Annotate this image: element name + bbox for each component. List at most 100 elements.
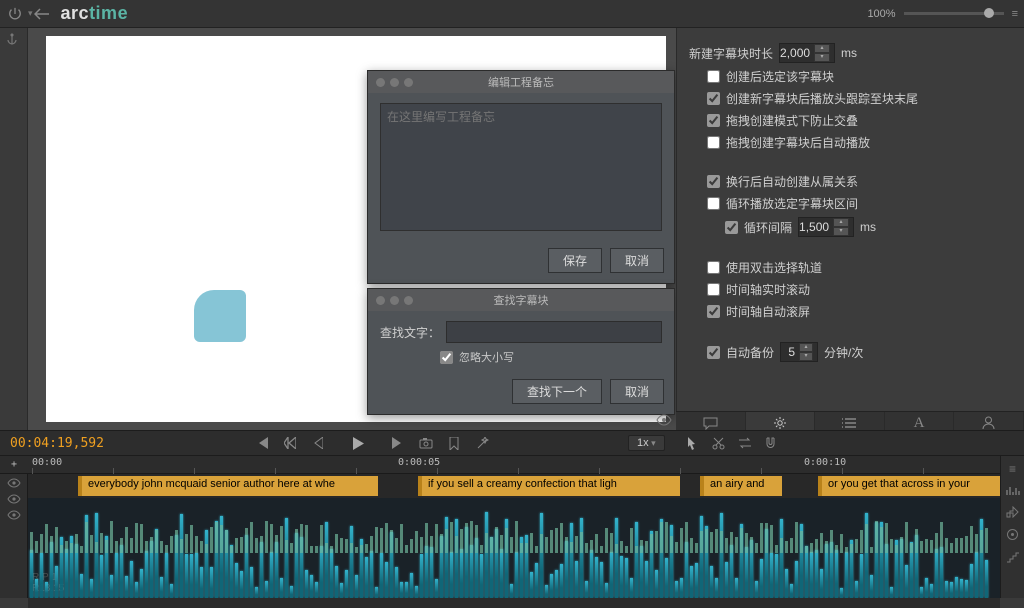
subtitle-block[interactable]: everybody john mcquaid senior author her… (78, 476, 378, 496)
opt-loop-selected[interactable] (707, 197, 720, 210)
opt-prevent-overlap-label: 拖拽创建模式下防止交叠 (726, 112, 858, 129)
cancel-button[interactable]: 取消 (610, 248, 664, 273)
skip-forward-icon[interactable] (384, 431, 412, 455)
opt-prevent-overlap[interactable] (707, 114, 720, 127)
playback-rate[interactable]: 1x (628, 435, 665, 451)
zoom-slider[interactable] (904, 12, 1004, 15)
cursor-tool-icon[interactable] (681, 436, 705, 450)
skip-back-icon[interactable] (248, 431, 276, 455)
track-visibility-icon[interactable] (7, 478, 21, 488)
timecode: 00:04:19,592 (0, 436, 248, 451)
preview-area: 编辑工程备忘 保存 取消 查找字幕块 查找文字： (28, 28, 676, 430)
stepper-up-icon[interactable]: ▴ (833, 218, 849, 227)
opt-auto-scroll[interactable] (707, 305, 720, 318)
find-cancel-button[interactable]: 取消 (610, 379, 664, 404)
swap-tool-icon[interactable] (733, 437, 757, 449)
memo-dialog-title: 编辑工程备忘 (368, 74, 674, 90)
find-input[interactable] (446, 321, 662, 343)
autosave-unit: 分钟/次 (824, 344, 863, 361)
stepper-up-icon[interactable]: ▴ (814, 44, 830, 53)
timeline-tool-rail: ≡ (1000, 456, 1024, 598)
memo-dialog-titlebar[interactable]: 编辑工程备忘 (368, 71, 674, 93)
zoom-control[interactable]: 100% ≡ (867, 8, 1018, 20)
find-next-button[interactable]: 查找下一个 (512, 379, 602, 404)
frame-back-icon[interactable] (304, 431, 332, 455)
wave-icon[interactable] (1006, 486, 1020, 496)
stepper-down-icon[interactable]: ▾ (833, 227, 849, 236)
track-rail (0, 474, 28, 598)
track-visibility-icon[interactable] (7, 494, 21, 504)
autosave-input[interactable]: 5 ▴▾ (780, 342, 818, 362)
settings-panel: 新建字幕块时长 2,000 ▴▾ ms 创建后选定该字幕块 创建新字幕块后播放头… (676, 28, 1024, 430)
opt-auto-child-on-break-label: 换行后自动创建从属关系 (726, 173, 858, 190)
zoom-slider-handle[interactable] (984, 8, 994, 18)
wand-icon[interactable] (468, 431, 496, 455)
timeline-scrollbar[interactable] (28, 598, 1000, 608)
opt-loop-selected-label: 循环播放选定字幕块区间 (726, 195, 858, 212)
opt-select-after-create-label: 创建后选定该字幕块 (726, 68, 834, 85)
find-dialog-titlebar[interactable]: 查找字幕块 (368, 289, 674, 311)
add-track-icon[interactable]: + (0, 459, 28, 470)
subtitle-block[interactable]: if you sell a creamy confection that lig… (418, 476, 680, 496)
cut-tool-icon[interactable] (707, 437, 731, 450)
ignore-case-label: 忽略大小写 (459, 349, 514, 365)
opt-auto-child-on-break[interactable] (707, 175, 720, 188)
opt-autoplay-after-drag-label: 拖拽创建字幕块后自动播放 (726, 134, 870, 151)
topbar: ▾ arctime 100% ≡ (0, 0, 1024, 28)
find-dialog: 查找字幕块 查找文字： 忽略大小写 查找下一个 取消 (367, 288, 675, 415)
bookmark-icon[interactable] (440, 431, 468, 455)
stepper-down-icon[interactable]: ▾ (799, 352, 813, 361)
zoom-value: 100% (867, 8, 895, 20)
main: 编辑工程备忘 保存 取消 查找字幕块 查找文字： (0, 28, 1024, 430)
opt-follow-to-end-label: 创建新字幕块后播放头跟踪至块末尾 (726, 90, 918, 107)
play-icon[interactable] (344, 431, 372, 455)
preview-shape (194, 290, 246, 342)
new-block-length-input[interactable]: 2,000 ▴▾ (779, 43, 835, 63)
opt-auto-scroll-label: 时间轴自动滚屏 (726, 303, 810, 320)
subtitle-track[interactable]: everybody john mcquaid senior author her… (28, 476, 1000, 496)
opt-autosave[interactable] (707, 346, 720, 359)
ruler-tick: 0:00:10 (804, 457, 846, 468)
stairs-icon[interactable] (1006, 551, 1019, 563)
subtitle-block[interactable]: or you get that across in your (818, 476, 1000, 496)
power-icon[interactable] (6, 5, 24, 23)
timeline-ruler[interactable]: + 00:00 0:00:05 0:00:10 (0, 456, 1000, 474)
stepper-up-icon[interactable]: ▴ (799, 343, 813, 352)
tracks[interactable]: everybody john mcquaid senior author her… (28, 474, 1000, 598)
find-label: 查找文字： (380, 324, 440, 341)
transport-bar: 00:04:19,592 1x (0, 430, 1024, 456)
left-rail (0, 28, 28, 430)
opt-dbl-click-track-label: 使用双击选择轨道 (726, 259, 822, 276)
unit-ms: ms (841, 46, 857, 60)
track-visibility-icon[interactable] (7, 510, 21, 520)
stepper-down-icon[interactable]: ▾ (814, 53, 830, 62)
target-icon[interactable] (1006, 528, 1019, 541)
loop-interval-input[interactable]: 1,500 ▴▾ (798, 217, 854, 237)
ignore-case-checkbox[interactable] (440, 351, 453, 364)
opt-follow-to-end[interactable] (707, 92, 720, 105)
opt-autoplay-after-drag[interactable] (707, 136, 720, 149)
opt-realtime-scroll-label: 时间轴实时滚动 (726, 281, 810, 298)
memo-textarea[interactable] (380, 103, 662, 231)
level-up-icon[interactable] (1006, 506, 1019, 518)
opt-realtime-scroll[interactable] (707, 283, 720, 296)
opt-select-after-create[interactable] (707, 70, 720, 83)
bars-icon[interactable]: ≡ (1009, 462, 1016, 476)
ruler-ticks: 00:00 0:00:05 0:00:10 (28, 456, 1000, 473)
memo-dialog: 编辑工程备忘 保存 取消 (367, 70, 675, 284)
subtitle-block[interactable]: an airy and (700, 476, 782, 496)
anchor-icon[interactable] (5, 32, 23, 50)
visibility-icon[interactable] (656, 414, 672, 426)
zoom-chevrons-icon[interactable]: ≡ (1012, 8, 1018, 20)
camera-icon[interactable] (412, 431, 440, 455)
opt-dbl-click-track[interactable] (707, 261, 720, 274)
step-back-icon[interactable] (276, 431, 304, 455)
preview-rounded-panel (146, 92, 392, 358)
waveform[interactable]: RIP 1R13.15 (28, 498, 1000, 598)
magnet-tool-icon[interactable] (759, 437, 783, 450)
save-button[interactable]: 保存 (548, 248, 602, 273)
back-arrow-icon[interactable] (33, 5, 51, 23)
opt-loop-interval-enable[interactable] (725, 221, 738, 234)
loop-interval-label: 循环间隔 (744, 219, 792, 236)
timeline: everybody john mcquaid senior author her… (0, 474, 1000, 598)
